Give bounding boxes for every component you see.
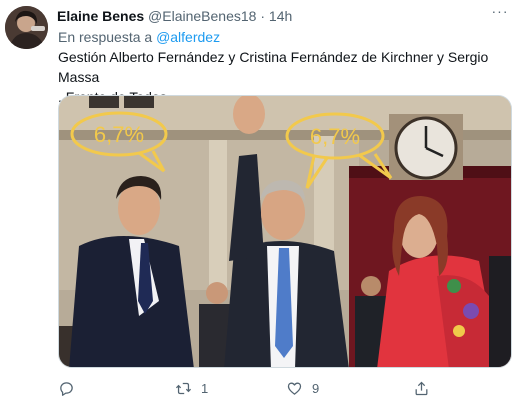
avatar[interactable] (5, 6, 48, 49)
tweet-header: Elaine Benes @ElaineBenes18 · 14h (57, 8, 509, 28)
bubble-right-label: 6,7% (310, 124, 360, 149)
heart-icon (287, 382, 302, 395)
display-name[interactable]: Elaine Benes (57, 8, 144, 24)
more-options-icon[interactable]: ··· (489, 4, 511, 22)
action-bar: 1 9 (58, 378, 512, 398)
timestamp[interactable]: 14h (269, 8, 292, 24)
user-handle[interactable]: @ElaineBenes18 (148, 8, 256, 24)
retweet-button[interactable]: 1 (175, 378, 208, 398)
avatar-image (5, 6, 48, 49)
tweet[interactable]: Elaine Benes @ElaineBenes18 · 14h ··· En… (0, 0, 519, 403)
photo-image: 6,7% 6,7% (59, 96, 511, 367)
reply-mention-link[interactable]: @alferdez (156, 29, 220, 45)
reply-icon (60, 381, 73, 396)
reply-prefix: En respuesta a (58, 29, 153, 45)
share-button[interactable] (413, 378, 439, 398)
like-count: 9 (312, 380, 320, 396)
tweet-text-line: Gestión Alberto Fernández y Cristina Fer… (58, 49, 489, 85)
tweet-photo[interactable]: 6,7% 6,7% (58, 95, 512, 368)
bubble-left-label: 6,7% (94, 122, 144, 147)
separator-dot: · (260, 8, 266, 24)
reply-context: En respuesta a @alferdez (58, 29, 220, 45)
retweet-count: 1 (201, 380, 209, 396)
share-icon (415, 381, 428, 395)
like-button[interactable]: 9 (286, 378, 319, 398)
retweet-icon (175, 382, 192, 394)
reply-button[interactable] (58, 378, 84, 398)
